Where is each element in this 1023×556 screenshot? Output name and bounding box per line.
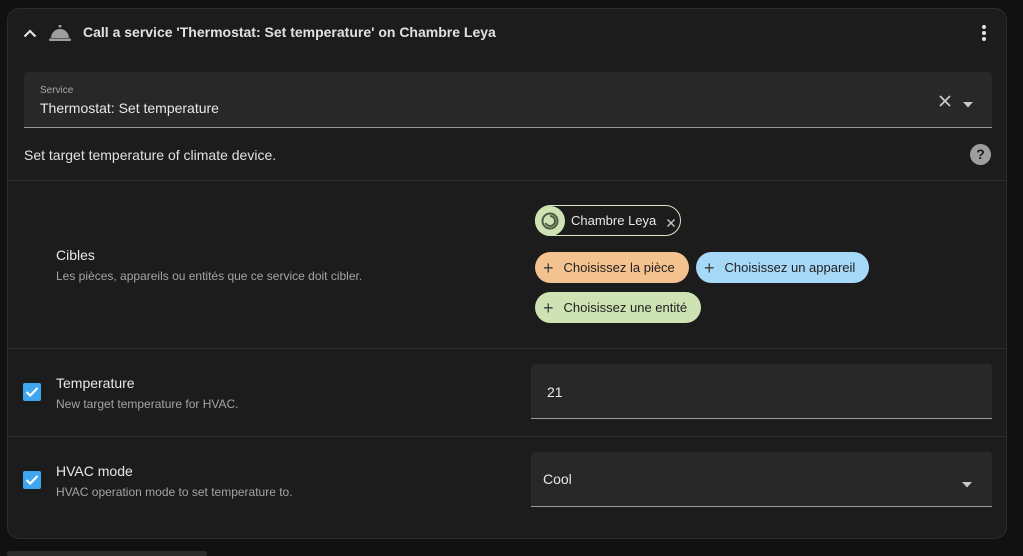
temperature-input[interactable]: 21	[531, 364, 992, 419]
service-action-card: Call a service 'Thermostat: Set temperat…	[7, 8, 1007, 539]
temperature-title: Temperature	[56, 375, 135, 391]
add-area-button[interactable]: + Choisissez la pièce	[535, 252, 689, 283]
divider	[8, 180, 1006, 181]
hvac-mode-subtitle: HVAC operation mode to set temperature t…	[56, 485, 293, 499]
add-device-label: Choisissez un appareil	[724, 260, 856, 275]
remove-chip-icon[interactable]	[666, 216, 676, 227]
dropdown-arrow-icon[interactable]	[961, 476, 973, 488]
add-area-label: Choisissez la pièce	[563, 260, 675, 275]
close-icon[interactable]	[938, 94, 952, 108]
hvac-mode-value: Cool	[543, 471, 572, 487]
hvac-mode-checkbox[interactable]	[23, 471, 41, 489]
add-entity-button[interactable]: + Choisissez une entité	[535, 292, 701, 323]
service-description: Set target temperature of climate device…	[24, 147, 277, 163]
service-select-field[interactable]: Service Thermostat: Set temperature	[24, 72, 992, 128]
temperature-value: 21	[547, 384, 563, 400]
next-card-edge	[7, 551, 207, 556]
hvac-mode-title: HVAC mode	[56, 463, 133, 479]
targets-title: Cibles	[56, 247, 95, 263]
plus-icon: +	[704, 257, 715, 278]
add-entity-label: Choisissez une entité	[563, 300, 688, 315]
dots-vertical-icon[interactable]	[974, 21, 994, 45]
add-device-button[interactable]: + Choisissez un appareil	[696, 252, 869, 283]
thermostat-icon	[535, 205, 565, 236]
temperature-subtitle: New target temperature for HVAC.	[56, 397, 239, 411]
chevron-up-icon[interactable]	[20, 23, 40, 43]
service-field-value: Thermostat: Set temperature	[40, 100, 219, 116]
divider	[8, 348, 1006, 349]
card-header: Call a service 'Thermostat: Set temperat…	[8, 9, 1006, 57]
targets-subtitle: Les pièces, appareils ou entités que ce …	[56, 269, 363, 283]
target-chip-label: Chambre Leya	[571, 213, 657, 228]
card-title: Call a service 'Thermostat: Set temperat…	[83, 24, 496, 40]
room-service-icon	[49, 24, 71, 42]
plus-icon: +	[543, 297, 554, 318]
hvac-mode-select[interactable]: Cool	[531, 452, 992, 507]
plus-icon: +	[543, 257, 554, 278]
divider	[8, 436, 1006, 437]
dropdown-arrow-icon[interactable]	[962, 96, 974, 108]
target-chip-chambre-leya[interactable]: Chambre Leya	[535, 205, 681, 236]
temperature-checkbox[interactable]	[23, 383, 41, 401]
help-icon[interactable]: ?	[970, 144, 991, 165]
service-field-label: Service	[40, 85, 74, 96]
